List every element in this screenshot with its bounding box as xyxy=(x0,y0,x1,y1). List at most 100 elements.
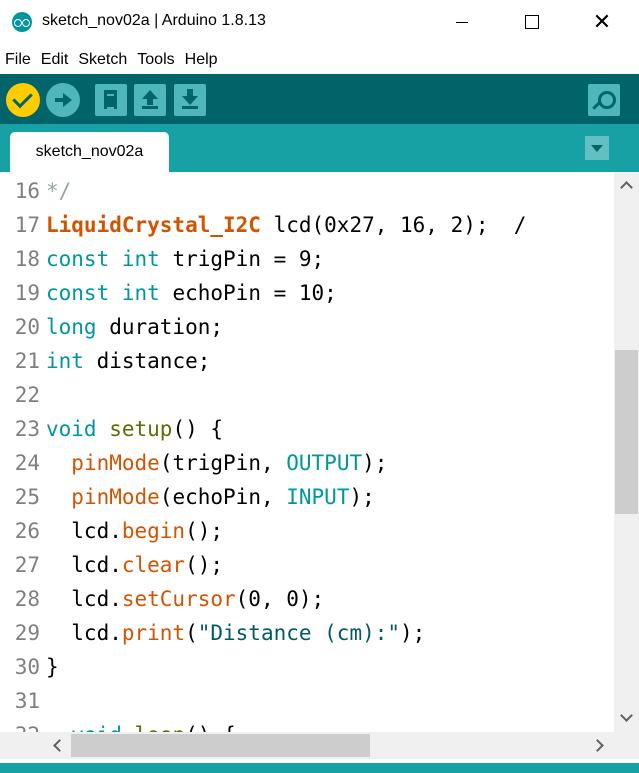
arduino-logo-icon xyxy=(12,12,32,32)
code-token: lcd. xyxy=(46,587,122,611)
maximize-button[interactable] xyxy=(509,0,555,44)
arrow-up-icon xyxy=(147,98,153,105)
code-token: distance; xyxy=(83,349,211,373)
line-number: 22 xyxy=(14,383,40,407)
code-token: (0, 0); xyxy=(235,587,325,611)
code-token: ); xyxy=(349,485,375,509)
code-token: */ xyxy=(46,179,72,203)
code-line[interactable]: 20 long duration; xyxy=(0,310,614,344)
verify-button[interactable] xyxy=(6,83,40,117)
code-token: INPUT xyxy=(286,485,350,509)
code-line[interactable]: 22 xyxy=(0,378,614,412)
line-number: 28 xyxy=(14,587,40,611)
code-token: lcd. xyxy=(46,553,122,577)
code-token: pinMode xyxy=(71,485,160,509)
code-line[interactable]: 18 const int trigPin = 9; xyxy=(0,242,614,276)
line-number: 23 xyxy=(14,417,40,441)
horizontal-scroll-thumb[interactable] xyxy=(71,734,370,757)
code-line[interactable]: 16 */ xyxy=(0,174,614,208)
code-token: "Distance (cm):" xyxy=(197,621,401,645)
code-token: setup xyxy=(109,417,173,441)
maximize-icon xyxy=(525,15,539,29)
menu-sketch[interactable]: Sketch xyxy=(74,48,133,72)
save-button[interactable] xyxy=(174,84,206,116)
line-number: 21 xyxy=(14,349,40,373)
line-number: 24 xyxy=(14,451,40,475)
title-bar: sketch_nov02a | Arduino 1.8.13 ✕ xyxy=(0,0,639,44)
menu-edit[interactable]: Edit xyxy=(37,48,75,72)
code-token: lcd. xyxy=(46,519,122,543)
code-line[interactable]: 27 lcd.clear(); xyxy=(0,548,614,582)
code-token: begin xyxy=(121,519,186,543)
new-sketch-button[interactable] xyxy=(95,84,127,116)
line-number: 25 xyxy=(14,485,40,509)
menu-file[interactable]: File xyxy=(0,48,37,72)
code-token: ( xyxy=(185,621,198,645)
code-line[interactable]: 24 pinMode(trigPin, OUTPUT); xyxy=(0,446,614,480)
toolbar xyxy=(0,74,639,124)
code-line[interactable]: 26 lcd.begin(); xyxy=(0,514,614,548)
code-token: const xyxy=(46,247,110,271)
scroll-up-button[interactable] xyxy=(614,172,639,200)
vertical-scroll-thumb[interactable] xyxy=(615,350,638,514)
code-token: (); xyxy=(185,519,224,543)
code-token: print xyxy=(121,621,186,645)
tab-sketch[interactable]: sketch_nov02a xyxy=(10,132,169,172)
line-number: 26 xyxy=(14,519,40,543)
serial-monitor-button[interactable] xyxy=(588,84,620,116)
upload-button[interactable] xyxy=(46,83,80,117)
code-line[interactable]: 28 lcd.setCursor(0, 0); xyxy=(0,582,614,616)
code-token: (echoPin, xyxy=(159,485,287,509)
code-token: ); xyxy=(400,621,426,645)
code-line[interactable]: 29 lcd.print("Distance (cm):"); xyxy=(0,616,614,650)
tab-bar: sketch_nov02a xyxy=(0,124,639,172)
status-bar xyxy=(0,759,639,773)
code-line[interactable]: 23 void setup() { xyxy=(0,412,614,446)
tab-menu-button[interactable] xyxy=(585,136,609,160)
scroll-right-button[interactable] xyxy=(586,732,613,759)
line-number: 30 xyxy=(14,655,40,679)
code-token: lcd. xyxy=(46,621,122,645)
code-token: loop xyxy=(135,723,186,732)
code-token: echoPin = 10; xyxy=(159,281,337,305)
code-token: int xyxy=(121,247,160,271)
code-token: const xyxy=(46,281,110,305)
open-button[interactable] xyxy=(134,84,166,116)
horizontal-scrollbar[interactable] xyxy=(0,732,639,759)
line-number: 32 xyxy=(0,718,40,732)
code-line[interactable]: 31 xyxy=(0,684,614,718)
close-icon: ✕ xyxy=(592,9,612,34)
code-token: () { xyxy=(172,417,224,441)
code-token: void xyxy=(71,723,122,732)
code-token: lcd(0x27, 16, 2); / xyxy=(260,213,527,237)
status-strip xyxy=(0,763,639,773)
vertical-scrollbar[interactable] xyxy=(614,172,639,732)
line-number: 20 xyxy=(14,315,40,339)
scroll-down-button[interactable] xyxy=(614,704,639,732)
code-token: clear xyxy=(121,553,186,577)
code-token: int xyxy=(121,281,160,305)
minimize-button[interactable] xyxy=(439,0,485,44)
code-editor[interactable]: 16 */17 LiquidCrystal_I2C lcd(0x27, 16, 2)… xyxy=(0,172,614,732)
code-token: void xyxy=(46,417,97,441)
code-line[interactable]: 21 int distance; xyxy=(0,344,614,378)
code-line[interactable]: 19 const int echoPin = 10; xyxy=(0,276,614,310)
code-token: (); xyxy=(185,553,224,577)
code-token: int xyxy=(46,349,84,373)
code-line[interactable]: 32 void loop() { xyxy=(0,718,614,732)
line-number: 16 xyxy=(14,179,40,203)
arrow-down-icon xyxy=(187,89,193,96)
code-token: duration; xyxy=(96,315,224,339)
line-number: 17 xyxy=(14,213,40,237)
close-button[interactable]: ✕ xyxy=(579,0,625,44)
code-line[interactable]: 25 pinMode(echoPin, INPUT); xyxy=(0,480,614,514)
menu-help[interactable]: Help xyxy=(181,48,224,72)
menu-tools[interactable]: Tools xyxy=(133,48,180,72)
scroll-left-button[interactable] xyxy=(44,732,71,759)
code-line[interactable]: 17 LiquidCrystal_I2C lcd(0x27, 16, 2); / xyxy=(0,208,614,242)
code-line[interactable]: 30} xyxy=(0,650,614,684)
